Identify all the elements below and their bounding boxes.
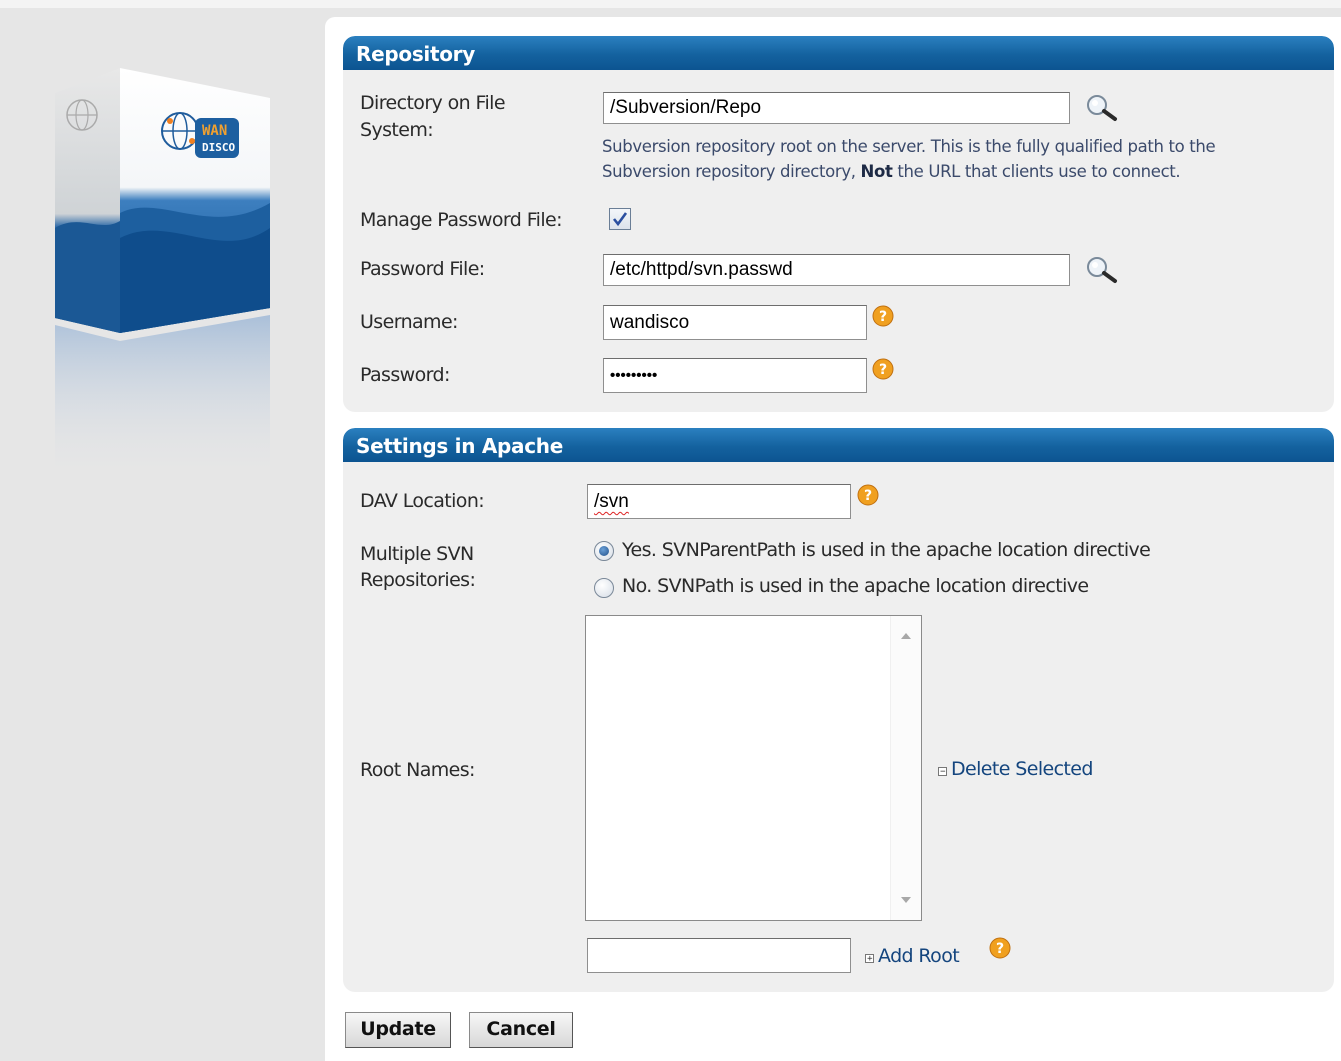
repository-header: Repository (343, 36, 1334, 70)
scroll-down-arrow-icon[interactable] (891, 884, 921, 914)
multiple-svn-label-line-1: Multiple SVN (360, 543, 474, 565)
password-file-label: Password File: (360, 258, 485, 280)
logo-brand-line-2: DISCO (202, 141, 235, 154)
checkmark-icon (612, 212, 628, 227)
listbox-scrollbar[interactable] (890, 616, 921, 920)
manage-password-checkbox[interactable] (609, 208, 631, 230)
password-label: Password: (360, 364, 450, 386)
delete-selected-button[interactable]: − Delete Selected (938, 756, 1093, 783)
directory-label-line-1: Directory on File (360, 92, 506, 114)
magnifier-icon[interactable] (1083, 254, 1123, 286)
svg-text:?: ? (879, 309, 887, 325)
radio-yes-label[interactable]: Yes. SVNParentPath is used in the apache… (622, 537, 1151, 564)
help-icon[interactable]: ? (989, 937, 1011, 959)
logo-brand-line-1: WAN (202, 123, 227, 139)
expand-plus-icon: + (865, 954, 874, 964)
add-root-input[interactable] (587, 938, 851, 973)
svg-text:?: ? (864, 488, 872, 504)
radio-no-label[interactable]: No. SVNPath is used in the apache locati… (622, 573, 1089, 600)
directory-label-line-2: System: (360, 119, 434, 141)
help-icon[interactable]: ? (857, 484, 879, 506)
directory-hint-line-2: Subversion repository directory, Not the… (602, 162, 1181, 181)
help-icon[interactable]: ? (872, 358, 894, 380)
add-root-button[interactable]: + Add Root (865, 943, 960, 970)
sidebar: WAN DISCO (0, 8, 325, 1061)
radio-selected-dot (599, 546, 609, 556)
password-input[interactable]: ••••••••• (603, 358, 867, 393)
username-label: Username: (360, 311, 458, 333)
manage-password-label: Manage Password File: (360, 209, 563, 231)
collapse-minus-icon: − (938, 767, 947, 777)
update-button[interactable]: Update (345, 1012, 451, 1048)
password-file-input[interactable]: /etc/httpd/svn.passwd (603, 254, 1070, 286)
cancel-button[interactable]: Cancel (469, 1012, 573, 1048)
root-names-label: Root Names: (360, 759, 475, 781)
radio-no-svnpath[interactable] (594, 578, 614, 598)
svg-text:?: ? (879, 362, 887, 378)
scroll-up-arrow-icon[interactable] (891, 622, 921, 652)
top-strip (0, 0, 1341, 8)
multiple-svn-label-line-2: Repositories: (360, 569, 476, 591)
root-names-listbox[interactable] (585, 615, 922, 921)
magnifier-icon[interactable] (1083, 92, 1123, 124)
dav-location-label: DAV Location: (360, 490, 485, 512)
help-icon[interactable]: ? (872, 305, 894, 327)
wandisco-product-box-logo: WAN DISCO (55, 68, 270, 483)
directory-input[interactable]: /Subversion/Repo (603, 92, 1070, 124)
radio-yes-svnparentpath[interactable] (594, 541, 614, 561)
directory-hint-line-1: Subversion repository root on the server… (602, 137, 1216, 156)
dav-location-input[interactable]: /svn (587, 484, 851, 519)
apache-settings-header: Settings in Apache (343, 428, 1334, 462)
svg-text:?: ? (996, 941, 1004, 957)
username-input[interactable]: wandisco (603, 305, 867, 340)
